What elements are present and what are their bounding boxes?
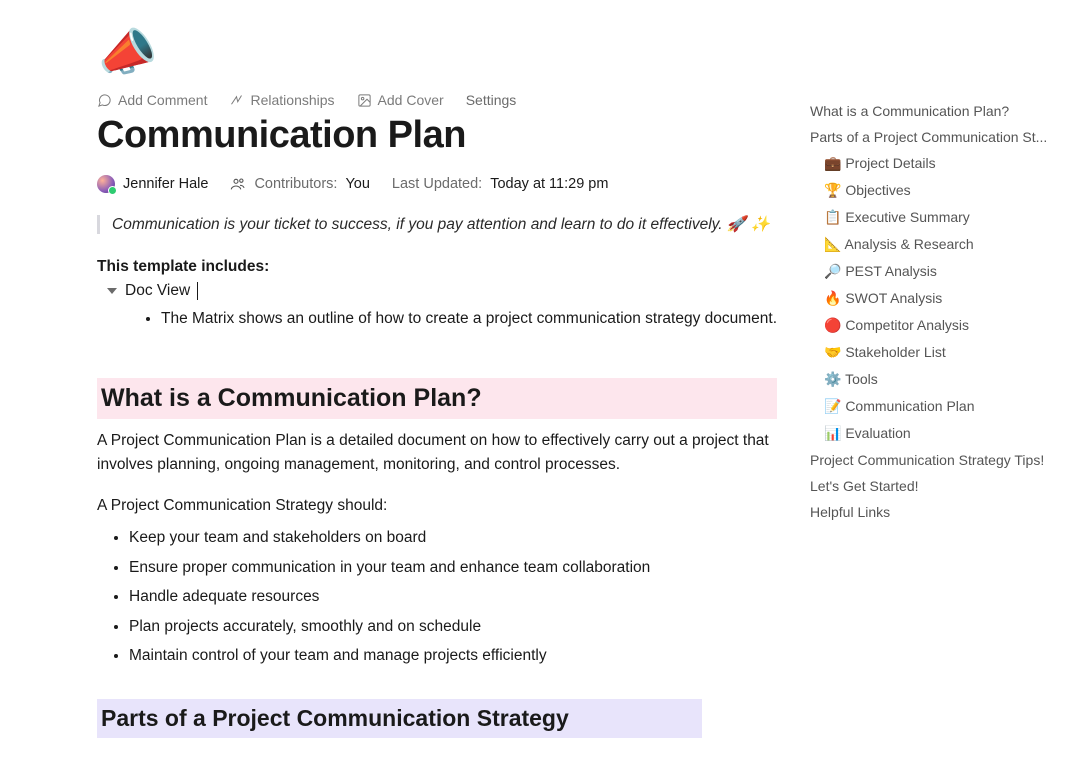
outline-item[interactable]: Let's Get Started! (810, 473, 1060, 499)
list-item[interactable]: Handle adequate resources (129, 584, 777, 610)
document-main: 📣 Add Comment Relationships Add Cover Se… (97, 30, 777, 738)
list-item[interactable]: Keep your team and stakeholders on board (129, 525, 777, 551)
outline-item[interactable]: 🔎 PEST Analysis (810, 258, 1060, 285)
outline-item[interactable]: 🔴 Competitor Analysis (810, 312, 1060, 339)
outline-item[interactable]: ⚙️ Tools (810, 366, 1060, 393)
outline-item[interactable]: Project Communication Strategy Tips! (810, 447, 1060, 473)
toggle-content-list: The Matrix shows an outline of how to cr… (161, 306, 777, 332)
relationships-icon (229, 93, 244, 108)
updated-label: Last Updated: (392, 176, 482, 192)
outline-item[interactable]: Parts of a Project Communication St... (810, 124, 1060, 150)
list-item[interactable]: Plan projects accurately, smoothly and o… (129, 614, 777, 640)
outline-item[interactable]: 📊 Evaluation (810, 420, 1060, 447)
page-toolbar: Add Comment Relationships Add Cover Sett… (97, 92, 777, 108)
outline-item[interactable]: Helpful Links (810, 499, 1060, 525)
add-comment-label: Add Comment (118, 92, 207, 108)
contributors-label: Contributors: (254, 176, 337, 192)
strategy-list: Keep your team and stakeholders on board… (129, 525, 777, 669)
list-item[interactable]: The Matrix shows an outline of how to cr… (161, 306, 777, 332)
image-icon (357, 93, 372, 108)
add-comment-button[interactable]: Add Comment (97, 92, 207, 108)
updated-value: Today at 11:29 pm (490, 176, 608, 192)
page-meta: Jennifer Hale Contributors: You Last Upd… (97, 175, 777, 193)
page-icon[interactable]: 📣 (93, 25, 160, 83)
outline-item[interactable]: 🤝 Stakeholder List (810, 339, 1060, 366)
author-name: Jennifer Hale (123, 176, 208, 192)
text-cursor (197, 282, 198, 299)
template-includes-label[interactable]: This template includes: (97, 258, 777, 276)
settings-label: Settings (466, 92, 517, 108)
outline-item[interactable]: What is a Communication Plan? (810, 98, 1060, 124)
relationships-label: Relationships (250, 92, 334, 108)
paragraph[interactable]: A Project Communication Plan is a detail… (97, 429, 777, 479)
outline-sidebar: What is a Communication Plan? Parts of a… (810, 98, 1060, 525)
outline-item[interactable]: 📝 Communication Plan (810, 393, 1060, 420)
chevron-down-icon (107, 288, 117, 294)
paragraph[interactable]: A Project Communication Strategy should: (97, 494, 777, 519)
outline-item[interactable]: 📋 Executive Summary (810, 204, 1060, 231)
author-chip[interactable]: Jennifer Hale (97, 175, 208, 193)
add-cover-button[interactable]: Add Cover (357, 92, 444, 108)
contributors-value: You (345, 176, 369, 192)
outline-item[interactable]: 🔥 SWOT Analysis (810, 285, 1060, 312)
people-icon (230, 176, 246, 192)
toggle-label: Doc View (125, 282, 190, 300)
heading-parts[interactable]: Parts of a Project Communication Strateg… (97, 699, 702, 738)
outline-item[interactable]: 📐 Analysis & Research (810, 231, 1060, 258)
quote-block[interactable]: Communication is your ticket to success,… (97, 215, 777, 234)
heading-what-is[interactable]: What is a Communication Plan? (97, 378, 777, 419)
contributors-chip[interactable]: Contributors: You (230, 176, 369, 192)
outline-item[interactable]: 💼 Project Details (810, 150, 1060, 177)
add-cover-label: Add Cover (378, 92, 444, 108)
relationships-button[interactable]: Relationships (229, 92, 334, 108)
toggle-doc-view[interactable]: Doc View (107, 282, 777, 300)
page-title[interactable]: Communication Plan (97, 114, 777, 157)
avatar (97, 175, 115, 193)
settings-button[interactable]: Settings (466, 92, 517, 108)
last-updated-chip: Last Updated: Today at 11:29 pm (392, 176, 609, 192)
list-item[interactable]: Maintain control of your team and manage… (129, 643, 777, 669)
list-item[interactable]: Ensure proper communication in your team… (129, 555, 777, 581)
outline-item[interactable]: 🏆 Objectives (810, 177, 1060, 204)
comment-icon (97, 93, 112, 108)
